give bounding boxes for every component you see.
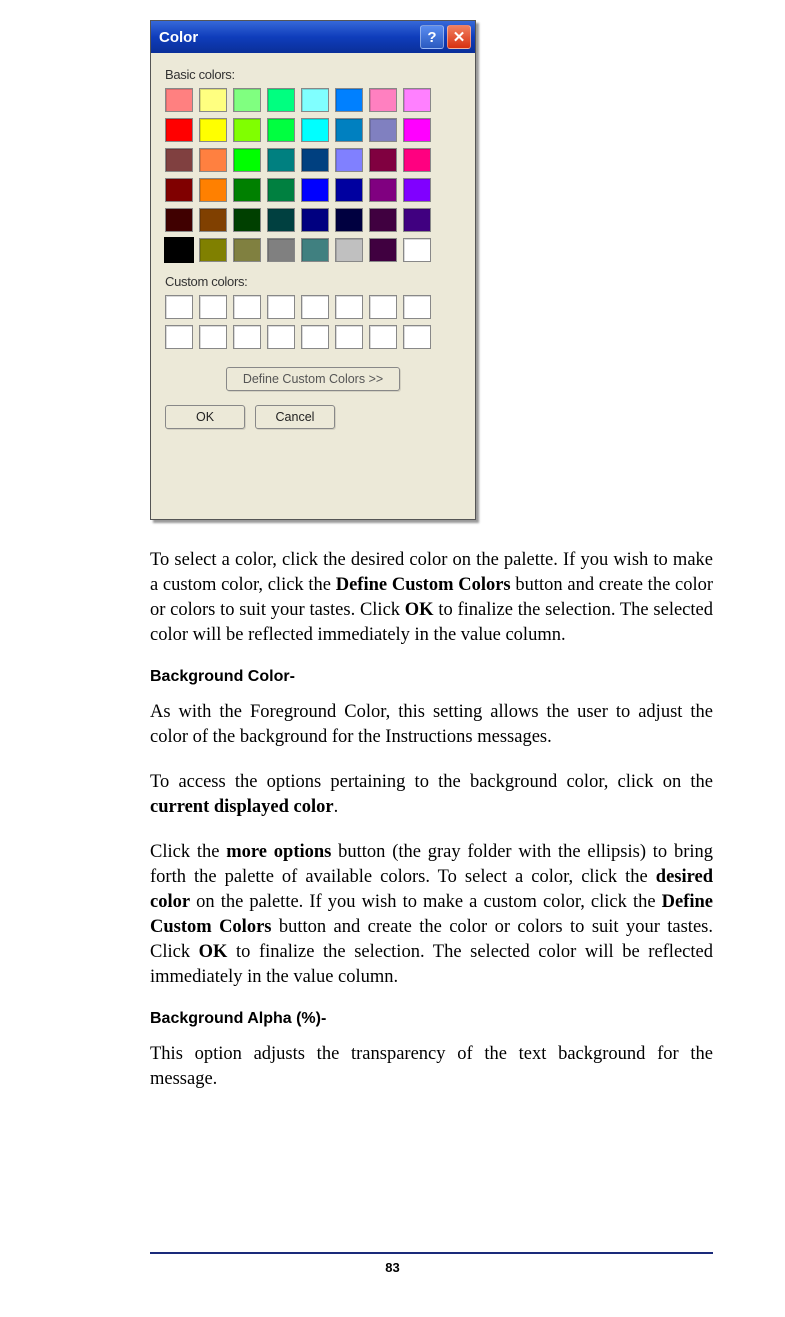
custom-color-slot[interactable] [403, 325, 431, 349]
text-run: on the palette. If you wish to make a cu… [190, 892, 662, 912]
custom-color-slot[interactable] [301, 325, 329, 349]
color-swatch[interactable] [335, 238, 363, 262]
custom-color-slot[interactable] [199, 325, 227, 349]
color-swatch[interactable] [165, 178, 193, 202]
color-swatch[interactable] [267, 208, 295, 232]
color-swatch[interactable] [301, 88, 329, 112]
text-run: to finalize the selection. The selected … [150, 942, 713, 987]
footer-rule [150, 1252, 713, 1254]
paragraph-4: Click the more options button (the gray … [150, 840, 713, 990]
color-swatch[interactable] [403, 148, 431, 172]
page-footer: 83 [0, 1252, 785, 1277]
color-swatch[interactable] [301, 148, 329, 172]
basic-colors-label: Basic colors: [165, 67, 461, 82]
dialog-body: Basic colors: Custom colors: Define Cust… [151, 53, 475, 519]
paragraph-1: To select a color, click the desired col… [150, 548, 713, 648]
color-swatch[interactable] [233, 148, 261, 172]
color-swatch[interactable] [403, 88, 431, 112]
help-button[interactable]: ? [420, 25, 444, 49]
custom-colors-label: Custom colors: [165, 274, 461, 289]
color-swatch[interactable] [301, 208, 329, 232]
color-swatch[interactable] [267, 148, 295, 172]
color-swatch[interactable] [267, 178, 295, 202]
page-number: 83 [385, 1260, 399, 1275]
color-swatch[interactable] [335, 208, 363, 232]
color-swatch[interactable] [403, 118, 431, 142]
bold-text: current displayed color [150, 797, 334, 817]
dialog-title: Color [159, 29, 417, 46]
color-swatch[interactable] [403, 178, 431, 202]
define-custom-colors-button[interactable]: Define Custom Colors >> [226, 367, 400, 391]
color-swatch[interactable] [165, 238, 193, 262]
custom-color-grid [165, 295, 461, 349]
cancel-button[interactable]: Cancel [255, 405, 335, 429]
ok-button[interactable]: OK [165, 405, 245, 429]
color-swatch[interactable] [369, 88, 397, 112]
color-swatch[interactable] [199, 208, 227, 232]
color-swatch[interactable] [267, 88, 295, 112]
color-swatch[interactable] [301, 238, 329, 262]
color-swatch[interactable] [369, 238, 397, 262]
custom-color-slot[interactable] [369, 325, 397, 349]
color-swatch[interactable] [403, 238, 431, 262]
color-swatch[interactable] [233, 208, 261, 232]
color-swatch[interactable] [335, 148, 363, 172]
custom-color-slot[interactable] [267, 295, 295, 319]
custom-color-slot[interactable] [165, 295, 193, 319]
paragraph-3: To access the options pertaining to the … [150, 770, 713, 820]
text-run: To access the options pertaining to the … [150, 772, 713, 792]
custom-color-slot[interactable] [233, 295, 261, 319]
color-swatch[interactable] [403, 208, 431, 232]
color-swatch[interactable] [267, 118, 295, 142]
color-swatch[interactable] [301, 178, 329, 202]
color-swatch[interactable] [233, 88, 261, 112]
custom-color-slot[interactable] [267, 325, 295, 349]
text-run: . [334, 797, 339, 817]
color-swatch[interactable] [335, 88, 363, 112]
custom-color-slot[interactable] [233, 325, 261, 349]
color-swatch[interactable] [267, 238, 295, 262]
bold-text: Define Custom Colors [336, 575, 511, 595]
color-swatch[interactable] [335, 118, 363, 142]
color-swatch[interactable] [165, 88, 193, 112]
color-swatch[interactable] [199, 178, 227, 202]
color-swatch[interactable] [369, 118, 397, 142]
color-swatch[interactable] [301, 118, 329, 142]
color-swatch[interactable] [199, 88, 227, 112]
custom-color-slot[interactable] [403, 295, 431, 319]
color-swatch[interactable] [165, 208, 193, 232]
color-swatch[interactable] [369, 148, 397, 172]
color-dialog: Color ? ✕ Basic colors: Custom colors: D… [150, 20, 476, 520]
paragraph-2: As with the Foreground Color, this setti… [150, 700, 713, 750]
custom-color-slot[interactable] [335, 325, 363, 349]
color-swatch[interactable] [335, 178, 363, 202]
custom-color-slot[interactable] [165, 325, 193, 349]
color-swatch[interactable] [165, 118, 193, 142]
heading-background-alpha: Background Alpha (%)- [150, 1010, 713, 1028]
color-swatch[interactable] [199, 118, 227, 142]
custom-color-slot[interactable] [301, 295, 329, 319]
basic-color-grid [165, 88, 461, 262]
paragraph-5: This option adjusts the transparency of … [150, 1042, 713, 1092]
color-swatch[interactable] [233, 118, 261, 142]
color-swatch[interactable] [233, 178, 261, 202]
bold-text: OK [199, 942, 228, 962]
color-swatch[interactable] [369, 208, 397, 232]
color-swatch[interactable] [199, 148, 227, 172]
text-run: Click the [150, 842, 226, 862]
bold-text: more options [226, 842, 331, 862]
heading-background-color: Background Color- [150, 668, 713, 686]
color-swatch[interactable] [233, 238, 261, 262]
bold-text: OK [405, 600, 434, 620]
color-swatch[interactable] [165, 148, 193, 172]
close-button[interactable]: ✕ [447, 25, 471, 49]
custom-color-slot[interactable] [369, 295, 397, 319]
color-swatch[interactable] [199, 238, 227, 262]
custom-color-slot[interactable] [199, 295, 227, 319]
custom-color-slot[interactable] [335, 295, 363, 319]
dialog-titlebar[interactable]: Color ? ✕ [151, 21, 475, 53]
color-swatch[interactable] [369, 178, 397, 202]
